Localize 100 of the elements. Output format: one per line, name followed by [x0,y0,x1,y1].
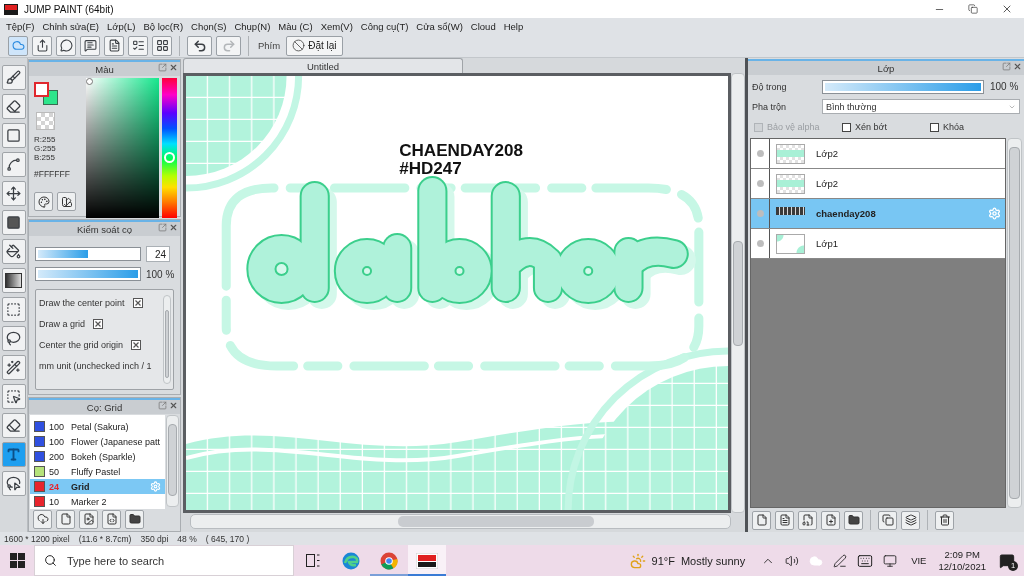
windows-logo-icon [9,553,25,568]
toolbar-button[interactable] [152,35,172,56]
folder-button[interactable] [125,509,144,529]
visibility-dot-icon[interactable] [756,180,764,187]
menu-item[interactable]: Công cụ(T) [356,18,413,34]
menu-item[interactable]: Xem(V) [316,18,357,34]
undo-button[interactable] [187,35,212,56]
close-icon[interactable] [169,223,178,232]
menu-item[interactable]: Bộ lọc(R) [139,18,188,34]
menu-item[interactable]: Chọn(S) [187,18,231,34]
layer-row[interactable]: chaenday208 [751,199,1005,229]
script-button[interactable] [102,509,121,529]
search-field[interactable]: Type here to search [34,545,294,576]
toolbar-button[interactable] [128,35,148,56]
tool-button[interactable] [1,210,26,235]
toolbar-button[interactable] [56,35,76,56]
palette-button[interactable] [34,192,53,211]
tool-button[interactable] [1,123,26,148]
menu-item[interactable]: Chỉnh sửa(E) [38,18,104,34]
layer-button[interactable] [798,510,817,530]
tool-button[interactable] [1,442,26,467]
clock[interactable]: 2:09 PM 12/10/2021 [932,545,992,576]
menu-item[interactable]: Chụp(N) [230,18,275,34]
keyboard-icon[interactable] [857,552,874,569]
color-field[interactable] [85,78,160,218]
tool-button[interactable] [1,181,26,206]
document-tab[interactable]: Untitled [183,58,463,73]
visibility-dot-icon[interactable] [756,150,764,157]
menu-item[interactable]: Cửa sổ(W) [412,18,467,34]
scrollbar-thumb[interactable] [1009,147,1020,499]
checkbox[interactable] [93,319,103,329]
visibility-dot-icon[interactable] [756,210,764,217]
canvas-paper[interactable]: CHAENDAY208 #HD247 [183,73,731,513]
toolbar-button[interactable] [32,35,52,56]
menu-item[interactable]: Lớp(L) [103,18,140,34]
checkbox[interactable] [930,122,939,132]
layer-thumbnail [776,173,805,194]
download-button[interactable] [33,509,52,529]
color-swatches-icon[interactable] [34,82,58,105]
scrollbar-thumb[interactable] [733,241,743,346]
line-icon [6,157,21,172]
tool-button[interactable] [1,355,26,380]
tool-button[interactable] [1,268,26,293]
menu-item[interactable]: Help [499,18,528,34]
delete-button[interactable] [935,510,954,530]
toolbar-button[interactable] [104,35,124,56]
folder-button[interactable] [844,510,863,530]
checkbox[interactable] [842,122,851,132]
monitor-icon[interactable] [883,553,898,568]
hue-slider[interactable] [162,78,177,218]
add-layer-button[interactable] [821,510,840,530]
slider-track[interactable] [35,247,141,261]
menu-item[interactable]: Cloud [466,18,500,34]
brush-size: 100 [49,421,66,432]
brush-row[interactable]: 10 Marker 2 [30,494,165,509]
layer-row[interactable]: Lớp1 [751,229,1005,259]
visibility-dot-icon[interactable] [756,240,764,247]
speaker-icon[interactable] [785,553,800,568]
layer-button[interactable] [775,510,794,530]
tool-button[interactable] [1,384,26,409]
scrollbar-thumb[interactable] [398,516,594,527]
menu-item[interactable]: Màu (C) [274,18,317,34]
toolbar-button[interactable] [80,35,100,56]
size-value-field[interactable]: 24 [146,246,170,262]
close-icon[interactable] [169,401,178,410]
picker-marker-icon[interactable] [85,78,93,85]
hue-slider-thumb[interactable] [164,151,176,163]
tool-button[interactable] [1,94,26,119]
scrollbar-thumb[interactable] [165,310,169,378]
tool-button[interactable] [1,239,26,264]
layer-row[interactable]: Lớp2 [751,139,1005,169]
brush-row[interactable]: 24 Grid [30,479,165,494]
eraser-icon [6,99,21,114]
duplicate-button[interactable] [878,510,897,530]
tool-button[interactable] [1,65,26,90]
tool-button[interactable] [1,326,26,351]
tool-button[interactable] [1,471,26,496]
layer-row[interactable]: Lớp2 [751,169,1005,199]
tool-button[interactable] [1,413,26,438]
checkbox[interactable] [132,298,143,308]
menu-item[interactable]: Tệp(F) [2,18,39,34]
close-icon[interactable] [169,63,178,72]
notification-icon[interactable] [999,552,1015,569]
transparent-swatch-icon[interactable] [36,112,55,130]
pen-icon[interactable] [833,553,848,568]
taskbar-app-button[interactable] [408,545,446,576]
reset-button[interactable]: Đặt lại [286,35,343,56]
tool-button[interactable] [1,152,26,177]
layer-thumbnail [776,143,805,164]
new-brush-button[interactable] [56,509,75,529]
new-layer-button[interactable] [752,510,771,530]
blend-mode-dropdown[interactable]: Bình thường [822,99,1020,114]
scrollbar-thumb[interactable] [168,424,177,496]
checkbox[interactable] [131,340,142,350]
close-icon[interactable] [1013,62,1022,71]
palette-button[interactable] [57,192,76,211]
weather-widget[interactable]: 91°F Mostly sunny [621,545,754,576]
merge-button[interactable] [901,510,920,530]
brush-menu-button[interactable] [79,509,98,529]
language-indicator[interactable]: VIE [905,545,933,576]
